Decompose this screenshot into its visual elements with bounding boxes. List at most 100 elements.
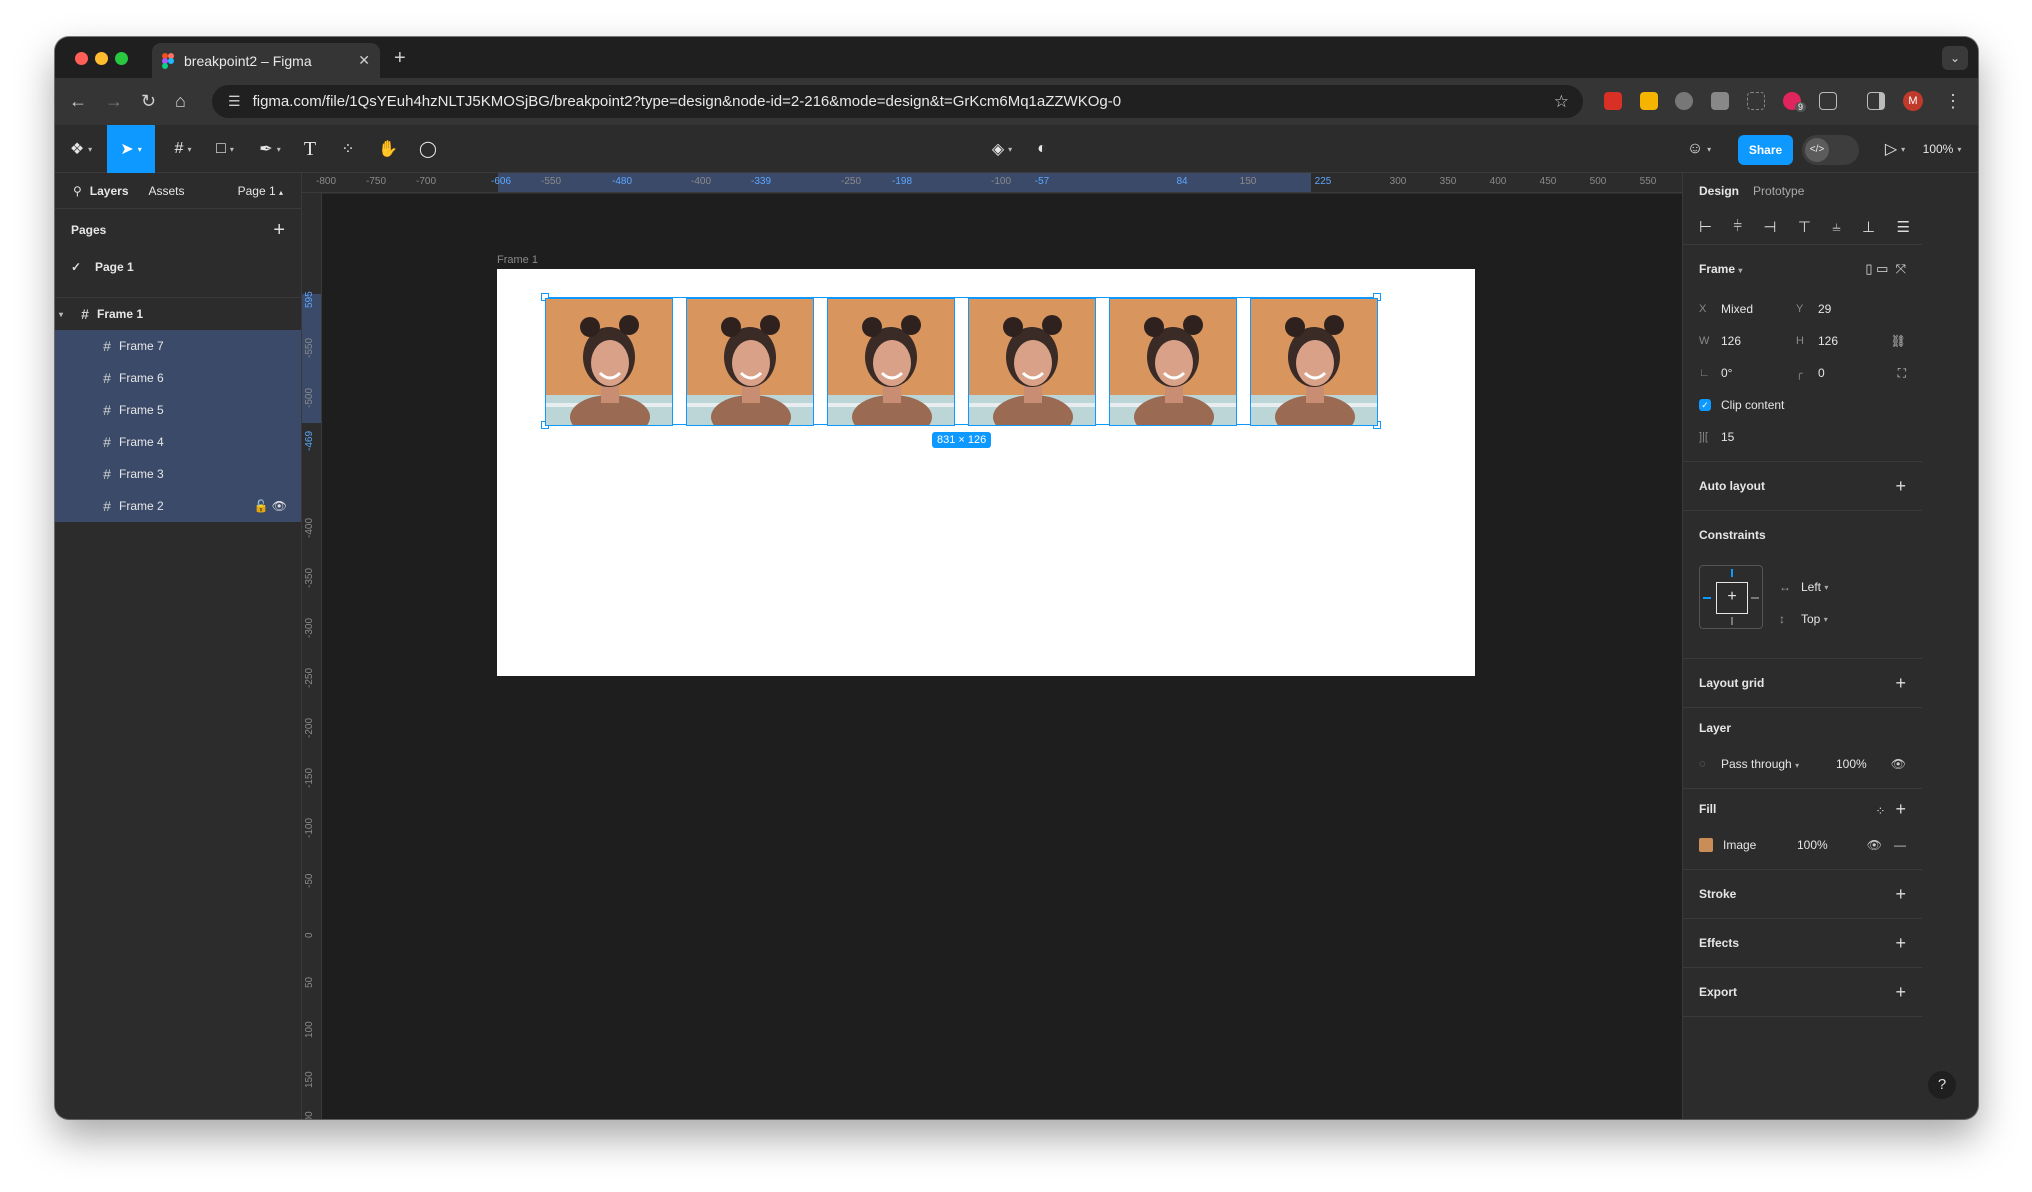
site-settings-icon[interactable]: ☰ [228, 93, 241, 110]
extension-screenshot-icon[interactable] [1747, 92, 1765, 110]
frame-photo[interactable] [545, 298, 673, 426]
fill-opacity-input[interactable]: 100% [1797, 838, 1828, 852]
layer-frame-3[interactable]: # Frame 3 [55, 458, 301, 490]
blend-mode-select[interactable]: Pass through ▾ [1721, 757, 1836, 771]
figma-main-menu-icon[interactable]: ❖ ▾ [63, 125, 99, 173]
fill-type[interactable]: Image [1723, 838, 1797, 852]
extension-yellow-icon[interactable] [1640, 92, 1658, 110]
canvas[interactable]: Frame 1 831 × 126 [322, 194, 1682, 1119]
home-icon[interactable]: ⌂ [175, 91, 186, 112]
component-icon[interactable]: ◈ ▾ [982, 125, 1022, 173]
shape-tool-icon[interactable]: □ ▾ [205, 125, 245, 173]
frame-photo[interactable] [686, 298, 814, 426]
tab-search-icon[interactable]: ⌄ [1942, 46, 1968, 70]
y-input[interactable]: 29 [1818, 302, 1893, 316]
constraint-right-bar[interactable] [1751, 597, 1759, 599]
search-icon[interactable]: ⚲ [73, 184, 82, 198]
forward-icon[interactable]: → [105, 91, 123, 112]
add-stroke-icon[interactable]: + [1895, 884, 1906, 905]
fill-image-thumbnail[interactable] [1699, 838, 1713, 852]
frame-photo[interactable] [827, 298, 955, 426]
x-input[interactable]: Mixed [1721, 302, 1796, 316]
radius-input[interactable]: 0 [1818, 366, 1893, 380]
frame-title[interactable]: Frame [1699, 262, 1735, 276]
clip-content-checkbox[interactable]: ✓ [1699, 399, 1711, 411]
tab-close-icon[interactable]: ✕ [358, 52, 370, 69]
extension-red-icon[interactable] [1604, 92, 1622, 110]
h-input[interactable]: 126 [1818, 334, 1893, 348]
close-window-button[interactable] [75, 52, 88, 65]
constraint-top-bar[interactable] [1731, 569, 1733, 577]
align-left-icon[interactable]: ⊢ [1699, 218, 1712, 236]
constrain-proportions-icon[interactable]: ⛓ [1891, 334, 1906, 348]
page-selector[interactable]: Page 1 ▴ [238, 184, 283, 198]
move-tool-icon[interactable]: ➤ ▾ [107, 125, 155, 173]
page-item[interactable]: ✓ Page 1 [55, 251, 301, 283]
dev-mode-toggle[interactable]: </> [1802, 135, 1859, 165]
frame-photo[interactable] [1250, 298, 1378, 426]
constraint-left-bar[interactable] [1703, 597, 1711, 599]
tab-prototype[interactable]: Prototype [1753, 184, 1804, 198]
text-tool-icon[interactable]: T [295, 125, 325, 173]
side-panel-icon[interactable] [1867, 92, 1885, 110]
add-layout-grid-icon[interactable]: + [1895, 673, 1906, 694]
distribute-icon[interactable]: ☰ [1896, 218, 1909, 236]
selection-box[interactable] [541, 293, 1381, 429]
add-page-icon[interactable]: + [273, 219, 285, 242]
zoom-menu[interactable]: 100% ▾ [1917, 125, 1967, 173]
align-right-icon[interactable]: ⊣ [1763, 218, 1776, 236]
layer-frame-1[interactable]: ▾ # Frame 1 [55, 298, 301, 330]
extension-camera-icon[interactable] [1675, 92, 1693, 110]
constraint-center-box[interactable]: + [1716, 582, 1748, 614]
eye-icon[interactable]: 👁 [1891, 757, 1906, 771]
pen-tool-icon[interactable]: ✒ ▾ [250, 125, 290, 173]
back-icon[interactable]: ← [69, 91, 87, 112]
align-bottom-icon[interactable]: ⊥ [1862, 218, 1875, 236]
constraint-bottom-bar[interactable] [1731, 617, 1733, 625]
contrast-icon[interactable]: ◐ [1027, 125, 1057, 173]
profile-avatar[interactable]: M [1903, 91, 1923, 111]
browser-menu-icon[interactable]: ⋮ [1944, 91, 1962, 112]
vertical-constraint-select[interactable]: ↕ Top ▾ [1779, 603, 1828, 635]
minimize-window-button[interactable] [95, 52, 108, 65]
layer-frame-2[interactable]: # Frame 2 🔓 👁 [55, 490, 301, 522]
hand-tool-icon[interactable]: ✋ [373, 125, 403, 173]
layer-lock-visibility-icons[interactable]: 🔓 👁 [253, 499, 287, 513]
bookmark-star-icon[interactable]: ☆ [1554, 92, 1569, 112]
comment-tool-icon[interactable]: ◯ [413, 125, 443, 173]
w-input[interactable]: 126 [1721, 334, 1796, 348]
tab-assets[interactable]: Assets [149, 184, 185, 198]
maximize-window-button[interactable] [115, 52, 128, 65]
tab-design[interactable]: Design [1699, 184, 1739, 198]
remove-fill-icon[interactable]: — [1894, 838, 1906, 852]
share-button[interactable]: Share [1738, 135, 1793, 165]
present-icon[interactable]: ▷ ▾ [1875, 125, 1915, 173]
frame-1[interactable]: 831 × 126 [497, 269, 1475, 676]
layer-opacity-input[interactable]: 100% [1836, 757, 1867, 771]
constraints-widget[interactable]: + [1699, 565, 1763, 629]
add-auto-layout-icon[interactable]: + [1895, 476, 1906, 497]
layer-frame-6[interactable]: # Frame 6 [55, 362, 301, 394]
address-bar[interactable]: ☰ figma.com/file/1QsYEuh4hzNLTJ5KMOSjBG/… [212, 85, 1583, 118]
resources-tool-icon[interactable]: ⁘ [333, 125, 363, 173]
spacing-input[interactable]: 15 [1721, 430, 1796, 444]
caret-down-icon[interactable]: ▾ [59, 310, 73, 319]
layer-frame-7[interactable]: # Frame 7 [55, 330, 301, 362]
horizontal-constraint-select[interactable]: ↔ Left ▾ [1779, 571, 1828, 603]
extension-clipboard-icon[interactable] [1711, 92, 1729, 110]
user-avatar-icon[interactable]: ☺ ▾ [1676, 125, 1722, 173]
add-fill-icon[interactable]: + [1895, 799, 1906, 819]
help-button[interactable]: ? [1928, 1071, 1956, 1099]
tab-layers[interactable]: Layers [90, 184, 129, 198]
layer-frame-5[interactable]: # Frame 5 [55, 394, 301, 426]
add-effect-icon[interactable]: + [1895, 933, 1906, 954]
rotation-input[interactable]: 0° [1721, 366, 1796, 380]
new-tab-icon[interactable]: + [394, 47, 406, 70]
eye-icon[interactable]: 👁 [1867, 838, 1882, 852]
layer-frame-4[interactable]: # Frame 4 [55, 426, 301, 458]
independent-corners-icon[interactable]: ⛶ [1898, 366, 1906, 381]
frame-orientation-icons[interactable]: ▯ ▭ ⤧ [1865, 261, 1906, 277]
align-center-v-icon[interactable]: ⫨ [1832, 218, 1840, 235]
frame-photo[interactable] [968, 298, 1096, 426]
browser-tab[interactable]: breakpoint2 – Figma ✕ [152, 43, 380, 78]
